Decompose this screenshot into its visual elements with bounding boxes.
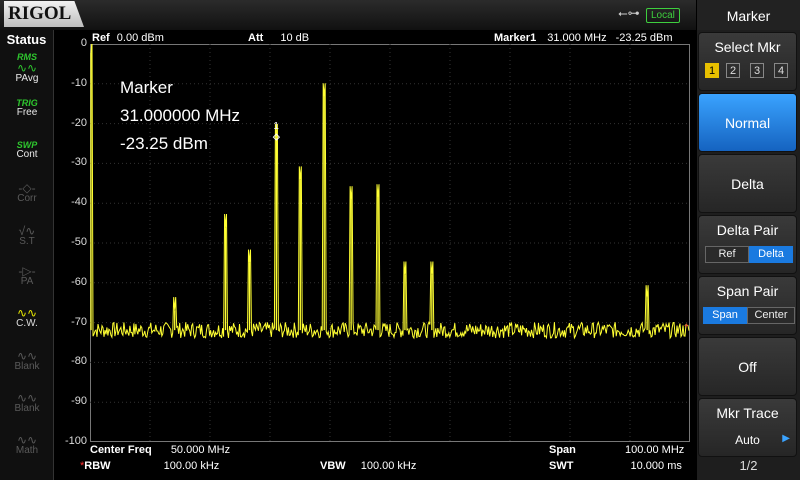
- status-icon-label: Corr: [17, 193, 37, 204]
- source-tracking-icon: √∿ S.T: [9, 225, 45, 261]
- title-bar: RIGOL ⭠⊶ Local: [0, 0, 696, 30]
- span-readout[interactable]: Span 100.00 MHz: [549, 444, 684, 456]
- ref-label: Ref: [92, 32, 110, 44]
- usb-icon: ⭠⊶: [618, 6, 640, 20]
- marker-amp: -23.25 dBm: [615, 32, 673, 44]
- status-icon-label: C.W.: [16, 318, 38, 329]
- preamp-icon: -▷- PA: [9, 265, 45, 301]
- marker-info-box: Marker 31.000000 MHz -23.25 dBm: [120, 74, 240, 158]
- marker-info-amp: -23.25 dBm: [120, 134, 208, 153]
- delta-pair-delta-option[interactable]: Delta: [749, 246, 793, 263]
- status-icon-label: S.T: [19, 236, 35, 247]
- menu-title: Marker: [697, 0, 800, 30]
- vbw-value: 100.00 kHz: [360, 460, 417, 472]
- status-panel: Status RMS ∿∿ PAvg TRIG Free SWP Cont -◇- Corr √∿…: [0, 30, 54, 480]
- y-tick-label: -10: [71, 76, 87, 89]
- swt-label: SWT: [549, 460, 574, 472]
- delta-pair-label: Delta Pair: [716, 222, 779, 238]
- marker-label: Marker1: [494, 32, 537, 44]
- marker-2-option[interactable]: 2: [726, 63, 740, 78]
- normal-label: Normal: [724, 115, 771, 131]
- softkey-panel: Marker Select Mkr 1 2 3 4 Normal Delta D…: [697, 0, 800, 480]
- marker-info-title: Marker: [120, 78, 173, 97]
- rigol-logo: RIGOL: [4, 1, 84, 27]
- status-icon-label: PA: [20, 276, 34, 287]
- ref-value: 0.00 dBm: [116, 32, 164, 44]
- status-icon-label: Cont: [16, 149, 38, 160]
- normal-button[interactable]: Normal: [698, 93, 797, 152]
- span-pair-center-option[interactable]: Center: [747, 307, 795, 324]
- y-tick-label: -70: [71, 315, 87, 328]
- y-tick-label: -50: [71, 236, 87, 248]
- select-marker-label: Select Mkr: [714, 39, 781, 55]
- span-pair-span-option[interactable]: Span: [703, 307, 747, 324]
- center-freq-readout[interactable]: Center Freq 50.000 MHz: [90, 444, 230, 456]
- status-title: Status: [6, 32, 47, 47]
- status-icon-label: Math: [15, 445, 39, 456]
- vbw-readout[interactable]: VBW 100.00 kHz: [320, 460, 416, 472]
- delta-button[interactable]: Delta: [698, 154, 797, 213]
- y-tick-label: -20: [71, 116, 87, 129]
- y-tick-label: 0: [80, 37, 87, 49]
- y-tick-label: -30: [71, 156, 87, 169]
- marker-1-tag: 1: [273, 121, 279, 132]
- y-tick-label: -100: [64, 435, 87, 447]
- att-label: Att: [248, 32, 264, 44]
- y-tick-label: -40: [71, 196, 87, 209]
- trigger-icon: TRIG Free: [9, 98, 45, 134]
- delta-pair-ref-option[interactable]: Ref: [705, 246, 749, 263]
- rbw-value: 100.00 kHz: [163, 460, 220, 472]
- swt-readout[interactable]: SWT 10.000 ms: [549, 460, 682, 472]
- span-pair-label: Span Pair: [716, 283, 779, 299]
- off-label: Off: [738, 359, 757, 375]
- marker-4-option[interactable]: 4: [774, 63, 788, 78]
- swt-value: 10.000 ms: [630, 460, 682, 472]
- att-value: 10 dB: [280, 32, 310, 44]
- marker-trace-key[interactable]: Mkr Trace Auto ▶: [698, 398, 797, 457]
- blank-icon-2: ∿∿ Blank: [9, 392, 45, 428]
- status-icon-label: Blank: [14, 403, 40, 414]
- span-pair-key[interactable]: Span Pair Span Center: [698, 276, 797, 335]
- math-icon: ∿∿ Math: [9, 434, 45, 470]
- clear-write-icon: ∿∿ C.W.: [9, 307, 45, 343]
- span-label: Span: [549, 444, 576, 456]
- select-marker-key[interactable]: Select Mkr: [698, 32, 797, 91]
- marker-readout: Marker1 31.000 MHz -23.25 dBm: [494, 32, 673, 44]
- status-icon-label: Blank: [14, 361, 40, 372]
- marker-info-freq: 31.000000 MHz: [120, 106, 241, 125]
- rbw-label: RBW: [84, 460, 111, 472]
- average-icon: RMS ∿∿ PAvg: [9, 52, 45, 88]
- marker-freq: 31.000 MHz: [547, 32, 607, 44]
- sweep-icon: SWP Cont: [9, 140, 45, 176]
- delta-label: Delta: [731, 176, 764, 192]
- vbw-label: VBW: [320, 460, 346, 472]
- submenu-arrow-icon: ▶: [782, 433, 790, 444]
- y-tick-label: -80: [71, 355, 87, 368]
- status-icon-label: Free: [16, 107, 38, 118]
- delta-pair-key[interactable]: Delta Pair Ref Delta: [698, 215, 797, 274]
- rbw-readout[interactable]: *RBW 100.00 kHz: [80, 460, 219, 472]
- marker-3-option[interactable]: 3: [750, 63, 764, 78]
- center-value: 50.000 MHz: [170, 444, 231, 456]
- page-indicator[interactable]: 1/2: [697, 458, 800, 473]
- y-tick-label: -60: [71, 275, 87, 288]
- trace-end-marker: +: [684, 321, 689, 330]
- marker-1-option[interactable]: 1: [705, 63, 719, 78]
- blank-icon: ∿∿ Blank: [9, 350, 45, 386]
- attenuation-readout: Att 10 dB: [248, 32, 309, 44]
- center-label: Center Freq: [90, 444, 152, 456]
- span-value: 100.00 MHz: [624, 444, 685, 456]
- remote-status-badge[interactable]: Local: [646, 8, 680, 23]
- y-tick-label: -90: [71, 395, 87, 408]
- status-icon-label: PAvg: [15, 73, 39, 84]
- marker-off-button[interactable]: Off: [698, 337, 797, 396]
- ref-level-readout: Ref 0.00 dBm: [92, 32, 164, 44]
- correction-icon: -◇- Corr: [9, 182, 45, 218]
- marker-trace-label: Mkr Trace: [716, 405, 779, 421]
